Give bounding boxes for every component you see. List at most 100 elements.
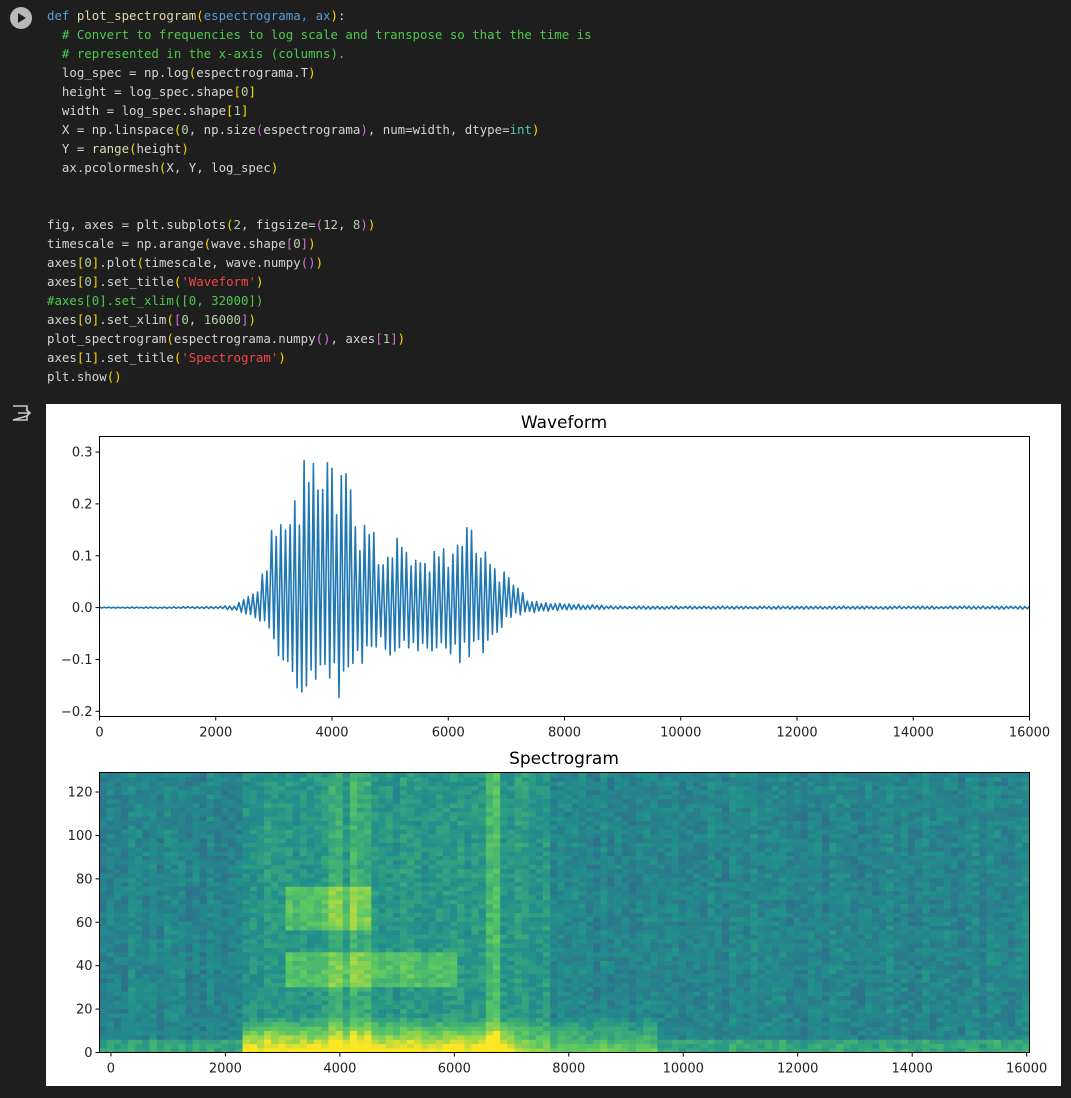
heatmap-cell [306, 943, 315, 948]
heatmap-cell [478, 938, 487, 944]
heatmap-cell [163, 1004, 172, 1010]
heatmap-cell [335, 816, 344, 822]
run-cell-button[interactable] [10, 7, 32, 29]
heatmap-cell [428, 803, 437, 808]
heatmap-cell [543, 877, 551, 883]
heatmap-cell [156, 1004, 165, 1010]
heatmap-cell [235, 956, 243, 962]
heatmap-cell [535, 833, 544, 839]
heatmap-cell [636, 811, 644, 817]
heatmap-cell [256, 973, 265, 979]
heatmap-cell [199, 776, 208, 782]
heatmap-cell [378, 973, 387, 979]
heatmap-cell [156, 838, 165, 843]
heatmap-cell [507, 886, 515, 892]
heatmap-cell [271, 873, 279, 878]
heatmap-cell [149, 811, 158, 817]
heatmap-cell [364, 1039, 372, 1045]
heatmap-cell [492, 916, 501, 922]
heatmap-cell [357, 1021, 365, 1027]
heatmap-cell [628, 807, 637, 813]
heatmap-cell [256, 921, 265, 927]
heatmap-cell [321, 785, 329, 791]
heatmap-cell [285, 995, 294, 1001]
heatmap-cell [550, 790, 558, 795]
heatmap-cell [149, 881, 158, 887]
heatmap-cell [278, 1004, 286, 1010]
heatmap-cell [163, 864, 172, 870]
heatmap-cell [564, 833, 573, 839]
heatmap-cell [271, 864, 279, 870]
heatmap-cell [349, 873, 358, 878]
heatmap-cell [278, 825, 286, 830]
heatmap-cell [249, 982, 258, 988]
heatmap-cell [421, 825, 429, 830]
heatmap-cell [185, 965, 193, 970]
heatmap-cell [471, 921, 480, 927]
heatmap-cell [600, 842, 608, 848]
heatmap-cell [271, 903, 279, 909]
heatmap-cell [514, 991, 522, 997]
heatmap-cell [607, 903, 615, 909]
heatmap-cell [106, 960, 115, 966]
heatmap-cell [521, 973, 530, 979]
heatmap-cell [636, 785, 644, 791]
heatmap-cell [457, 973, 465, 979]
heatmap-cell [628, 969, 637, 975]
heatmap-cell [135, 903, 143, 909]
heatmap-cell [442, 873, 451, 878]
heatmap-cell [171, 965, 179, 970]
heatmap-cell [221, 846, 229, 852]
heatmap-cell [550, 1021, 558, 1027]
heatmap-cell [643, 790, 651, 795]
heatmap-cell [256, 978, 265, 983]
heatmap-cell [514, 982, 522, 988]
heatmap-cell [492, 890, 501, 896]
heatmap-cell [213, 820, 222, 826]
heatmap-cell [278, 1030, 286, 1036]
code-editor[interactable]: def plot_spectrogram(espectrograma, ax):… [47, 6, 592, 386]
heatmap-cell [163, 868, 172, 874]
heatmap-cell [185, 973, 193, 979]
heatmap-cell [392, 943, 401, 948]
heatmap-cell [621, 951, 630, 957]
heatmap-cell [192, 781, 201, 787]
heatmap-cell [535, 873, 544, 878]
heatmap-cell [192, 1013, 201, 1018]
heatmap-cell [471, 1039, 480, 1045]
heatmap-cell [278, 965, 286, 970]
heatmap-cell [206, 916, 215, 922]
heatmap-cell [192, 790, 201, 795]
heatmap-cell [178, 1039, 186, 1045]
heatmap-cell [392, 873, 401, 878]
heatmap-cell [364, 790, 372, 795]
heatmap-cell [314, 790, 322, 795]
heatmap-cell [271, 825, 279, 830]
heatmap-cell [249, 890, 258, 896]
heatmap-cell [120, 1030, 129, 1036]
heatmap-cell [593, 960, 601, 966]
heatmap-cell [206, 864, 215, 870]
heatmap-cell [385, 855, 394, 861]
heatmap-cell [228, 842, 236, 848]
heatmap-cell [385, 846, 394, 852]
output-exit-icon[interactable] [10, 403, 32, 423]
heatmap-cell [628, 890, 637, 896]
heatmap-cell [614, 943, 623, 948]
heatmap-cell [306, 811, 315, 817]
heatmap-cell [464, 790, 472, 795]
heatmap-cell [335, 995, 344, 1001]
heatmap-cell [306, 877, 315, 883]
heatmap-cell [550, 938, 558, 944]
heatmap-cell [478, 908, 487, 913]
heatmap-cell [521, 991, 530, 997]
heatmap-cell [242, 930, 251, 935]
heatmap-cell [213, 842, 222, 848]
heatmap-cell [285, 899, 294, 905]
heatmap-cell [142, 811, 150, 817]
heatmap-cell [206, 851, 215, 857]
heatmap-cell [171, 982, 179, 988]
heatmap-cell [278, 776, 286, 782]
heatmap-cell [292, 947, 301, 953]
heatmap-cell [399, 820, 408, 826]
